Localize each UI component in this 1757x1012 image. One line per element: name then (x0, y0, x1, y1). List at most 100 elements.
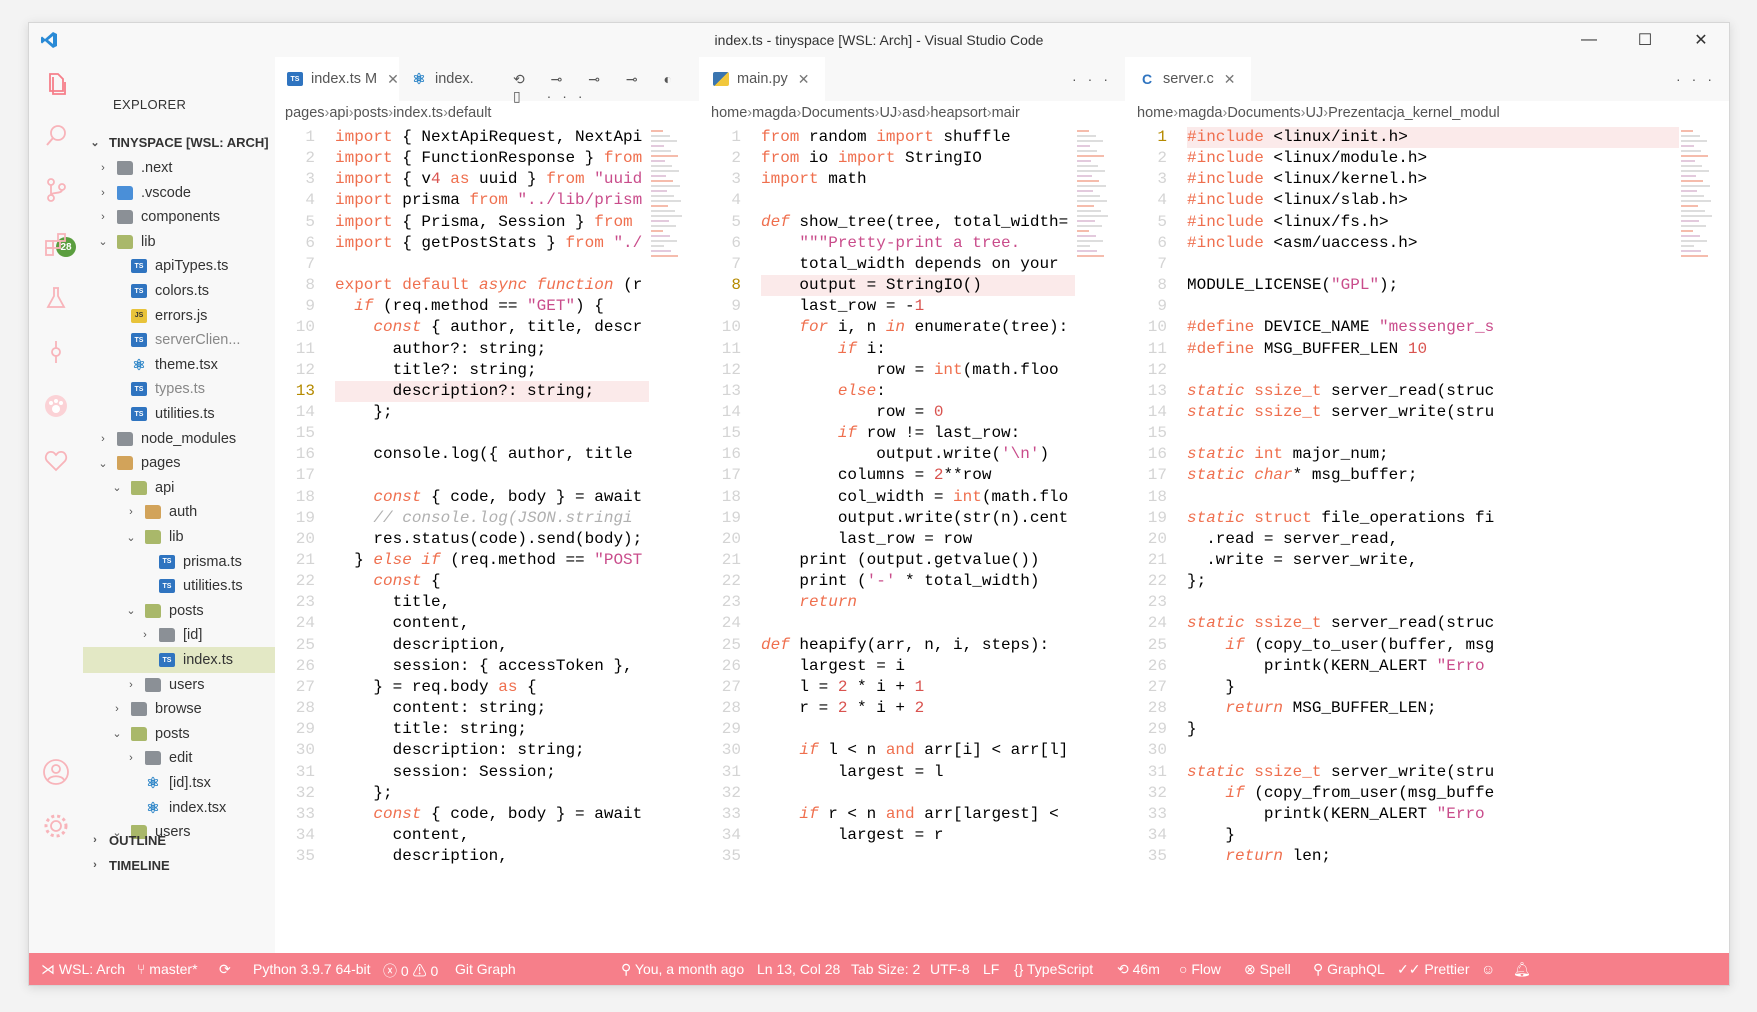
notifications-bell-icon[interactable]: 🔔︎ (1513, 961, 1531, 978)
breadcrumb-item[interactable]: Prezentacja_kernel_modul (1328, 105, 1500, 121)
editor-actions[interactable]: ··· (1072, 71, 1119, 87)
minimap[interactable] (651, 127, 685, 317)
breadcrumb-item[interactable]: default (448, 105, 492, 121)
line-number: 20 (1147, 529, 1167, 548)
line-ending[interactable]: LF (983, 961, 999, 977)
timer[interactable]: ⟲ 46m (1117, 961, 1160, 978)
typescript-file-icon: TS (131, 259, 147, 274)
folder-icon (145, 530, 161, 544)
line-number: 25 (295, 635, 315, 654)
line-number: 7 (1157, 254, 1167, 273)
tab-size[interactable]: Tab Size: 2 (851, 961, 920, 977)
flow-indicator[interactable]: ○ Flow (1179, 961, 1221, 977)
code-line: 21 } else if (req.method == "POST (275, 550, 699, 571)
editor-actions[interactable]: ··· (1676, 71, 1723, 87)
line-number: 16 (295, 445, 315, 464)
tab-label: index.ts (311, 71, 361, 87)
typescript-file-icon: TS (131, 407, 147, 421)
maximize-button[interactable]: ☐ (1617, 23, 1673, 57)
close-tab-icon[interactable]: ✕ (1224, 71, 1236, 88)
code-text: def show_tree(tree, total_width= (761, 212, 1069, 231)
git-commit-icon[interactable] (41, 337, 71, 367)
python-interpreter[interactable]: Python 3.9.7 64-bit (253, 961, 371, 977)
breadcrumb-item[interactable]: asd (902, 105, 925, 121)
chevron-down-icon: ⌄ (112, 482, 122, 495)
feedback-icon[interactable]: ☺ (1481, 961, 1495, 977)
editor-actions[interactable]: ⟲ ⊸ ⊸ ⊸ ◐ ▯ ··· (513, 71, 693, 105)
breadcrumb-item[interactable]: Documents (801, 105, 874, 121)
line-number: 32 (295, 783, 315, 802)
breadcrumb-item[interactable]: heapsort (930, 105, 986, 121)
breadcrumb-item[interactable]: pages (285, 105, 325, 121)
editor-tab[interactable]: TS index.ts M ✕ (275, 57, 399, 101)
minimap[interactable] (1681, 127, 1715, 317)
close-window-button[interactable]: ✕ (1673, 23, 1729, 57)
minimize-button[interactable]: — (1561, 23, 1617, 57)
code-line: 35 description, (275, 846, 699, 867)
editor-tab[interactable]: ⚛ index. (399, 57, 489, 101)
editor-tab[interactable]: main.py ✕ (701, 57, 825, 101)
breadcrumb-item[interactable]: magda (1178, 105, 1222, 121)
spell-indicator[interactable]: ⊗ Spell (1244, 961, 1291, 978)
remote-explorer-icon[interactable] (41, 445, 71, 475)
explorer-icon[interactable] (41, 69, 71, 99)
branch-indicator[interactable]: ⑂ master* (137, 961, 198, 977)
breadcrumb-item[interactable]: magda (752, 105, 796, 121)
paw-icon[interactable] (41, 391, 71, 421)
cursor-position[interactable]: Ln 13, Col 28 (757, 961, 840, 977)
breadcrumb-item[interactable]: UJ (880, 105, 898, 121)
source-control-icon[interactable] (41, 175, 71, 205)
minimap[interactable] (1077, 127, 1111, 317)
line-number: 21 (295, 551, 315, 569)
line-number: 10 (721, 318, 741, 337)
breadcrumb-item[interactable]: posts (354, 105, 389, 121)
graphql-indicator[interactable]: ⚲ GraphQL (1313, 961, 1385, 978)
chevron-right-icon: › (129, 752, 133, 765)
search-icon[interactable] (41, 121, 71, 151)
editor-tab[interactable]: Cserver.c ✕ (1127, 57, 1251, 101)
line-number: 31 (721, 762, 741, 781)
code-line: 35 (701, 846, 1125, 867)
window-title: index.ts - tinyspace [WSL: Arch] - Visua… (714, 32, 1044, 48)
line-number: 18 (721, 487, 741, 506)
git-graph-button[interactable]: Git Graph (455, 961, 516, 977)
line-number: 10 (1147, 318, 1167, 337)
testing-flask-icon[interactable] (41, 283, 71, 313)
breadcrumb-item[interactable]: UJ (1306, 105, 1324, 121)
breadcrumb-item[interactable]: home (711, 105, 747, 121)
code-line: 21 print (output.getvalue()) (701, 550, 1125, 571)
git-blame[interactable]: ⚲ You, a month ago (621, 961, 744, 978)
encoding[interactable]: UTF-8 (930, 961, 970, 977)
extensions-icon[interactable] (41, 229, 71, 259)
breadcrumb-item[interactable]: home (1137, 105, 1173, 121)
breadcrumb-item[interactable]: Documents (1227, 105, 1300, 121)
code-line: 18 col_width = int(math.flo (701, 487, 1125, 508)
code-line: 2 #include <linux/module.h> (1127, 148, 1729, 169)
remote-indicator[interactable]: ⋊ WSL: Arch (41, 961, 125, 978)
line-number: 5 (1157, 212, 1167, 231)
settings-gear-icon[interactable] (41, 811, 71, 841)
code-line: 10 const { author, title, descr (275, 317, 699, 338)
language-mode[interactable]: {} TypeScript (1014, 961, 1093, 977)
prettier-indicator[interactable]: ✓✓ Prettier (1397, 961, 1469, 978)
code-line: 14 static ssize_t server_write(stru (1127, 402, 1729, 423)
line-number: 29 (1147, 720, 1167, 739)
breadcrumb-item[interactable]: index.ts (393, 105, 443, 121)
close-tab-icon[interactable]: ✕ (387, 71, 399, 88)
breadcrumb-item[interactable]: mair (992, 105, 1020, 121)
problems-indicator[interactable]: ⓧ 0 ⚠ 0 (383, 961, 438, 981)
react-file-icon: ⚛ (146, 799, 160, 817)
line-number: 13 (295, 381, 315, 400)
code-text: static ssize_t server_read(struc (1187, 381, 1495, 400)
code-text: #include <linux/kernel.h> (1187, 170, 1428, 189)
line-number: 14 (1147, 402, 1167, 421)
explorer-title: EXPLORER (113, 97, 187, 112)
line-number: 2 (305, 149, 315, 168)
code-line: 25 def heapify(arr, n, i, steps): (701, 635, 1125, 656)
code-line: 2 import { FunctionResponse } from (275, 148, 699, 169)
account-icon[interactable] (41, 757, 71, 787)
close-tab-icon[interactable]: ✕ (798, 71, 810, 88)
sync-icon[interactable]: ⟳ (219, 961, 231, 978)
breadcrumb-item[interactable]: api (329, 105, 348, 121)
line-number: 24 (721, 614, 741, 633)
